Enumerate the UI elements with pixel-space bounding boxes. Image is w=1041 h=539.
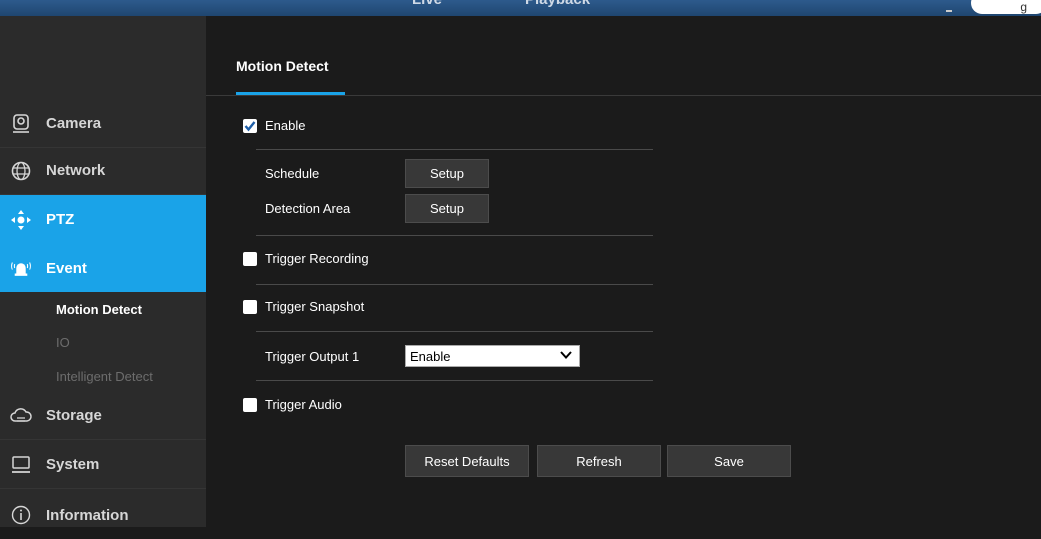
tab-motion-detect[interactable]: Motion Detect bbox=[236, 58, 329, 74]
detection-area-setup-button[interactable]: Setup bbox=[405, 194, 489, 223]
enable-row: Enable bbox=[243, 118, 305, 133]
language-selector[interactable]: g bbox=[971, 0, 1041, 14]
trigger-audio-label: Trigger Audio bbox=[265, 397, 342, 412]
sidebar-subitem-io[interactable]: IO bbox=[56, 335, 70, 350]
sidebar-item-label: Network bbox=[46, 162, 106, 179]
enable-checkbox[interactable] bbox=[243, 118, 257, 133]
top-banner: Live Playback g bbox=[0, 0, 1041, 16]
trigger-recording-checkbox[interactable] bbox=[243, 251, 257, 266]
nav-live[interactable]: Live bbox=[412, 0, 442, 8]
ptz-icon bbox=[10, 209, 32, 231]
trigger-output-label: Trigger Output 1 bbox=[265, 349, 360, 364]
trigger-snapshot-row: Trigger Snapshot bbox=[243, 299, 364, 314]
monitor-icon bbox=[10, 454, 32, 476]
trigger-snapshot-label: Trigger Snapshot bbox=[265, 299, 365, 314]
trigger-recording-row: Trigger Recording bbox=[243, 251, 369, 266]
main-panel: Motion Detect Enable Schedule Setup Dete… bbox=[206, 16, 1041, 527]
trigger-recording-label: Trigger Recording bbox=[265, 251, 369, 266]
sidebar-item-label: PTZ bbox=[46, 211, 75, 228]
trigger-audio-checkbox[interactable] bbox=[243, 397, 257, 412]
sidebar-item-ptz[interactable]: PTZ bbox=[0, 195, 220, 244]
globe-icon bbox=[10, 160, 32, 182]
sidebar-item-label: System bbox=[46, 456, 100, 473]
trigger-audio-row: Trigger Audio bbox=[243, 397, 342, 412]
sidebar-item-network[interactable]: Network bbox=[0, 147, 206, 195]
alarm-icon bbox=[10, 257, 32, 279]
refresh-button[interactable]: Refresh bbox=[537, 445, 661, 477]
camera-icon bbox=[10, 113, 32, 135]
sidebar-item-label: Event bbox=[46, 259, 87, 277]
divider bbox=[256, 380, 653, 381]
enable-label: Enable bbox=[265, 118, 306, 133]
sidebar-item-storage[interactable]: Storage bbox=[0, 392, 206, 440]
sidebar-item-system[interactable]: System bbox=[0, 441, 206, 489]
reset-defaults-button[interactable]: Reset Defaults bbox=[405, 445, 529, 477]
nav-playback[interactable]: Playback bbox=[525, 0, 590, 8]
detection-area-label: Detection Area bbox=[265, 201, 351, 216]
cloud-icon bbox=[10, 405, 32, 427]
schedule-label: Schedule bbox=[265, 166, 320, 181]
sidebar-item-information[interactable]: Information bbox=[0, 491, 206, 539]
tab-active-indicator bbox=[236, 92, 345, 95]
trigger-snapshot-checkbox[interactable] bbox=[243, 299, 257, 314]
sidebar: Camera Network PTZ Event Motion Detect I… bbox=[0, 16, 220, 527]
schedule-setup-button[interactable]: Setup bbox=[405, 159, 489, 188]
sidebar-item-camera[interactable]: Camera bbox=[0, 100, 206, 148]
divider bbox=[256, 149, 653, 150]
chevron-down-icon bbox=[559, 349, 573, 364]
trigger-output-select[interactable]: Enable bbox=[405, 345, 580, 367]
save-button[interactable]: Save bbox=[667, 445, 791, 477]
top-separator bbox=[946, 10, 952, 12]
tab-bar: Motion Detect bbox=[206, 16, 1041, 96]
sidebar-item-event[interactable]: Event bbox=[0, 244, 220, 292]
divider bbox=[256, 284, 653, 285]
sidebar-item-label: Camera bbox=[46, 115, 102, 132]
sidebar-subitem-motion-detect[interactable]: Motion Detect bbox=[56, 302, 142, 317]
info-icon bbox=[10, 504, 32, 526]
sidebar-item-label: Information bbox=[46, 506, 129, 524]
divider bbox=[256, 331, 653, 332]
sidebar-subitem-intelligent-detect[interactable]: Intelligent Detect bbox=[56, 369, 153, 384]
sidebar-item-label: Storage bbox=[46, 407, 102, 424]
divider bbox=[256, 235, 653, 236]
trigger-output-value: Enable bbox=[410, 348, 451, 364]
